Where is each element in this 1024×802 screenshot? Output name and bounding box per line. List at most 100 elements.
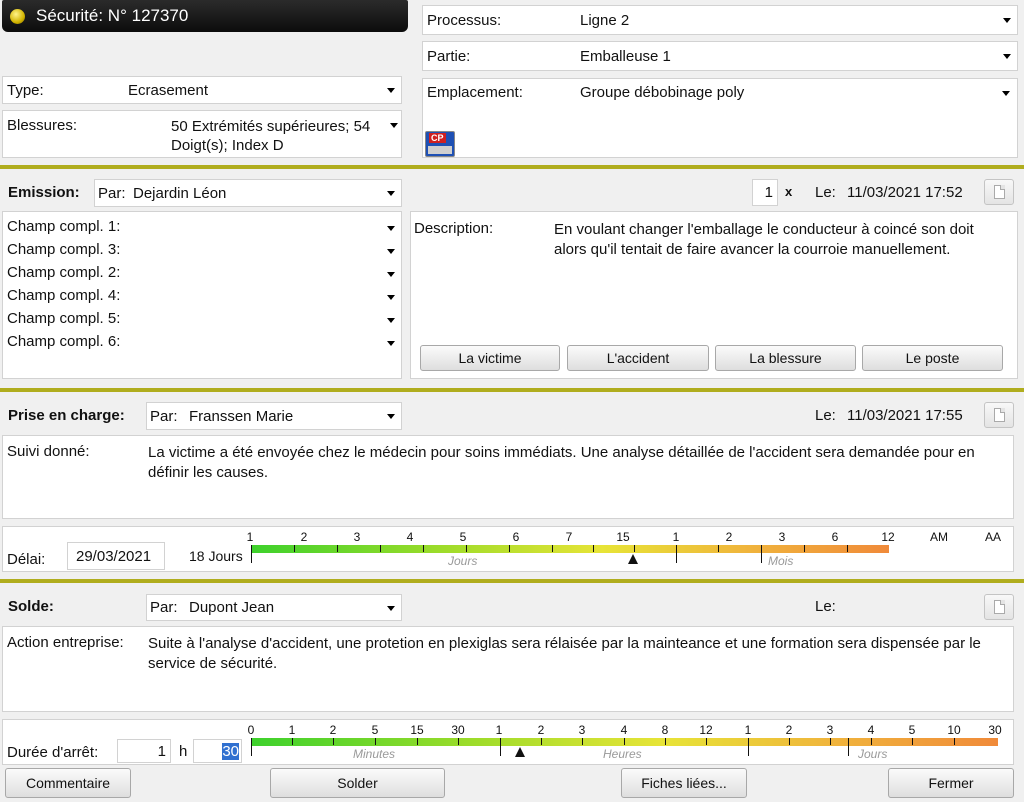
duree-major-tick <box>848 738 849 756</box>
delai-major-tick <box>676 545 677 563</box>
title-bar: Sécurité: N° 127370 <box>2 0 408 32</box>
delai-scale[interactable]: 1 2 3 4 5 6 7 15 1 2 3 6 12 AM AA Jours Mois <box>3 527 1013 571</box>
duree-minor-tick <box>830 738 831 745</box>
emplacement-value: Groupe débobinage poly <box>580 84 745 101</box>
section-separator <box>0 579 1024 583</box>
processus-select[interactable]: Processus: Ligne 2 <box>422 5 1018 35</box>
duree-major-tick <box>500 738 501 756</box>
page-title: Sécurité: N° 127370 <box>36 6 189 25</box>
delai-major-tick <box>251 545 252 563</box>
duree-minor-tick <box>871 738 872 745</box>
delai-tick-label: 7 <box>565 530 573 544</box>
emission-count-input[interactable]: 1 <box>752 179 778 206</box>
champ-compl-label: Champ compl. 3: <box>7 241 121 258</box>
champ-compl-select[interactable]: Champ compl. 6: <box>3 331 401 354</box>
delai-tick-label: 2 <box>725 530 733 544</box>
prise-document-icon[interactable] <box>984 402 1014 428</box>
duree-tick-label: 2 <box>537 723 545 737</box>
chevron-down-icon[interactable] <box>389 120 399 130</box>
duree-minor-tick <box>665 738 666 745</box>
duree-minor-tick <box>292 738 293 745</box>
duree-minor-tick <box>912 738 913 745</box>
delai-tick-label: 6 <box>512 530 520 544</box>
champ-compl-label: Champ compl. 6: <box>7 333 121 350</box>
partie-select[interactable]: Partie: Emballeuse 1 <box>422 41 1018 71</box>
emplacement-field[interactable]: Emplacement: Groupe débobinage poly CP <box>422 78 1018 158</box>
delai-minor-tick <box>423 545 424 552</box>
duree-panel: Durée d'arrêt: 1 h 30 0 1 2 5 15 30 1 2 3 4 8 12 1 2 3… <box>2 719 1014 765</box>
duree-tick-label: 10 <box>947 723 961 737</box>
partie-value: Emballeuse 1 <box>580 48 671 65</box>
fermer-button[interactable]: Fermer <box>888 768 1014 798</box>
le-poste-button[interactable]: Le poste <box>862 345 1003 371</box>
solder-button[interactable]: Solder <box>270 768 445 798</box>
prise-par-value: Franssen Marie <box>189 408 294 425</box>
la-blessure-button[interactable]: La blessure <box>715 345 856 371</box>
prise-par-select[interactable]: Par: Franssen Marie <box>146 402 402 430</box>
solde-par-select[interactable]: Par: Dupont Jean <box>146 594 402 621</box>
champ-compl-select[interactable]: Champ compl. 4: <box>3 285 401 308</box>
emission-date: 11/03/2021 17:52 <box>847 184 963 201</box>
champ-compl-select[interactable]: Champ compl. 3: <box>3 239 401 262</box>
duree-tick-label: 30 <box>451 723 465 737</box>
action-panel[interactable]: Action entreprise: Suite à l'analyse d'a… <box>2 626 1014 712</box>
champ-compl-select[interactable]: Champ compl. 1: <box>3 216 401 239</box>
prise-heading: Prise en charge: <box>8 407 125 424</box>
delai-unit-label: Mois <box>768 554 794 568</box>
delai-minor-tick <box>509 545 510 552</box>
duree-tick-label: 1 <box>495 723 503 737</box>
commentaire-button[interactable]: Commentaire <box>5 768 131 798</box>
delai-unit-label: Jours <box>448 554 478 568</box>
type-select[interactable]: Type: Ecrasement <box>2 76 402 104</box>
emission-par-value: Dejardin Léon <box>133 185 227 202</box>
delai-tick-label: 15 <box>616 530 630 544</box>
duree-tick-label: 0 <box>247 723 255 737</box>
section-separator <box>0 165 1024 169</box>
duree-tick-label: 2 <box>329 723 337 737</box>
duree-minor-tick <box>333 738 334 745</box>
duree-minor-tick <box>458 738 459 745</box>
status-dot-icon <box>10 9 25 24</box>
duree-unit-label: Jours <box>858 747 888 761</box>
chevron-down-icon[interactable] <box>1001 88 1011 98</box>
blessures-value: 50 Extrémités supérieures; 54 Doigt(s); … <box>171 118 371 154</box>
emplacement-image-button[interactable]: CP <box>425 131 455 157</box>
champ-compl-label: Champ compl. 2: <box>7 264 121 281</box>
delai-minor-tick <box>466 545 467 552</box>
emission-document-icon[interactable] <box>984 179 1014 205</box>
delai-tick-label: 2 <box>300 530 308 544</box>
type-value: Ecrasement <box>128 82 209 99</box>
delai-value-marker-icon <box>628 554 638 564</box>
description-text[interactable]: En voulant changer l'emballage le conduc… <box>554 220 994 259</box>
duree-tick-label: 1 <box>744 723 752 737</box>
description-panel: Description: En voulant changer l'emball… <box>410 211 1018 379</box>
duree-tick-label: 1 <box>288 723 296 737</box>
delai-gradient-bar <box>251 545 889 553</box>
section-separator <box>0 388 1024 392</box>
emission-heading: Emission: <box>8 184 80 201</box>
champ-compl-select[interactable]: Champ compl. 5: <box>3 308 401 331</box>
solde-par-value: Dupont Jean <box>189 599 275 616</box>
delai-minor-tick <box>847 545 848 552</box>
fiches-liees-button[interactable]: Fiches liées... <box>621 768 747 798</box>
delai-minor-tick <box>718 545 719 552</box>
champ-compl-label: Champ compl. 1: <box>7 218 121 235</box>
badge-text: CP <box>429 133 446 143</box>
delai-tick-label: 5 <box>459 530 467 544</box>
duree-scale[interactable]: 0 1 2 5 15 30 1 2 3 4 8 12 1 2 3 4 5 10 30 Minutes Heures Jou… <box>3 720 1013 764</box>
delai-minor-tick <box>804 545 805 552</box>
delai-minor-tick <box>294 545 295 552</box>
duree-major-tick <box>748 738 749 756</box>
duree-tick-label: 30 <box>988 723 1002 737</box>
champ-compl-select[interactable]: Champ compl. 2: <box>3 262 401 285</box>
emission-par-select[interactable]: Par: Dejardin Léon <box>94 179 402 207</box>
solde-document-icon[interactable] <box>984 594 1014 620</box>
duree-minor-tick <box>541 738 542 745</box>
delai-tick-label: 1 <box>672 530 680 544</box>
duree-tick-label: 2 <box>785 723 793 737</box>
duree-minor-tick <box>789 738 790 745</box>
blessures-field[interactable]: Blessures: 50 Extrémités supérieures; 54… <box>2 110 402 158</box>
suivi-panel[interactable]: Suivi donné: La victime a été envoyée ch… <box>2 435 1014 519</box>
l-accident-button[interactable]: L'accident <box>567 345 709 371</box>
la-victime-button[interactable]: La victime <box>420 345 560 371</box>
